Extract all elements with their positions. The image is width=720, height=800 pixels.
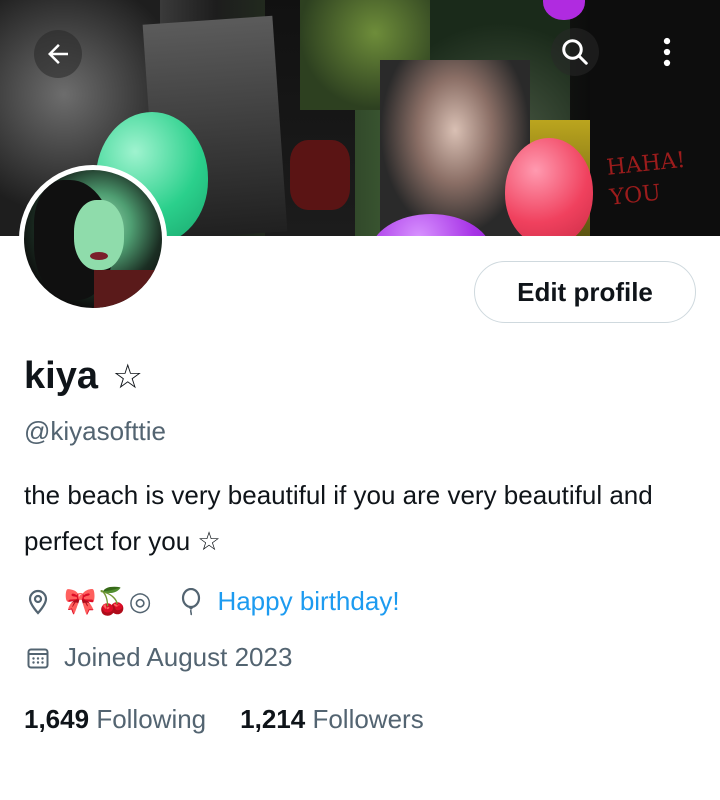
calendar-icon [24, 644, 52, 672]
followers-link[interactable]: 1,214 Followers [240, 704, 424, 735]
location-text: 🎀🍒◎ [64, 586, 152, 617]
birthday-link[interactable]: Happy birthday! [217, 586, 399, 617]
star-icon: ☆ [112, 357, 144, 397]
banner-rose [290, 140, 350, 210]
search-button[interactable] [551, 28, 599, 76]
following-link[interactable]: 1,649 Following [24, 704, 206, 735]
follow-stats: 1,649 Following 1,214 Followers [24, 704, 424, 735]
display-name-text: kiya [24, 355, 98, 397]
username-handle: @kiyasofttie [24, 416, 166, 446]
following-count: 1,649 [24, 704, 90, 734]
location-pin-icon [24, 588, 52, 616]
followers-label: Followers [312, 704, 424, 734]
joined-date-text: Joined August 2023 [64, 642, 293, 672]
display-name: kiya ☆ [24, 352, 143, 401]
more-vertical-icon [663, 37, 671, 67]
edit-profile-button[interactable]: Edit profile [474, 261, 696, 323]
search-icon [562, 39, 588, 65]
more-options-button[interactable] [643, 28, 691, 76]
balloon-purple-icon [370, 214, 492, 236]
profile-avatar[interactable] [19, 165, 167, 313]
followers-count: 1,214 [240, 704, 306, 734]
banner-caption: HAHA! YOU [605, 147, 687, 211]
balloon-red-icon [505, 138, 593, 236]
following-label: Following [96, 704, 207, 734]
profile-bio: the beach is very beautiful if you are v… [24, 480, 653, 556]
balloon-icon [177, 587, 205, 616]
arrow-left-icon [48, 44, 68, 64]
avatar-lips [90, 252, 108, 260]
profile-location-row: 🎀🍒◎ Happy birthday! [24, 586, 400, 617]
profile-joined-row: Joined August 2023 [24, 642, 292, 673]
back-button[interactable] [34, 30, 82, 78]
avatar-clothing [94, 270, 162, 308]
